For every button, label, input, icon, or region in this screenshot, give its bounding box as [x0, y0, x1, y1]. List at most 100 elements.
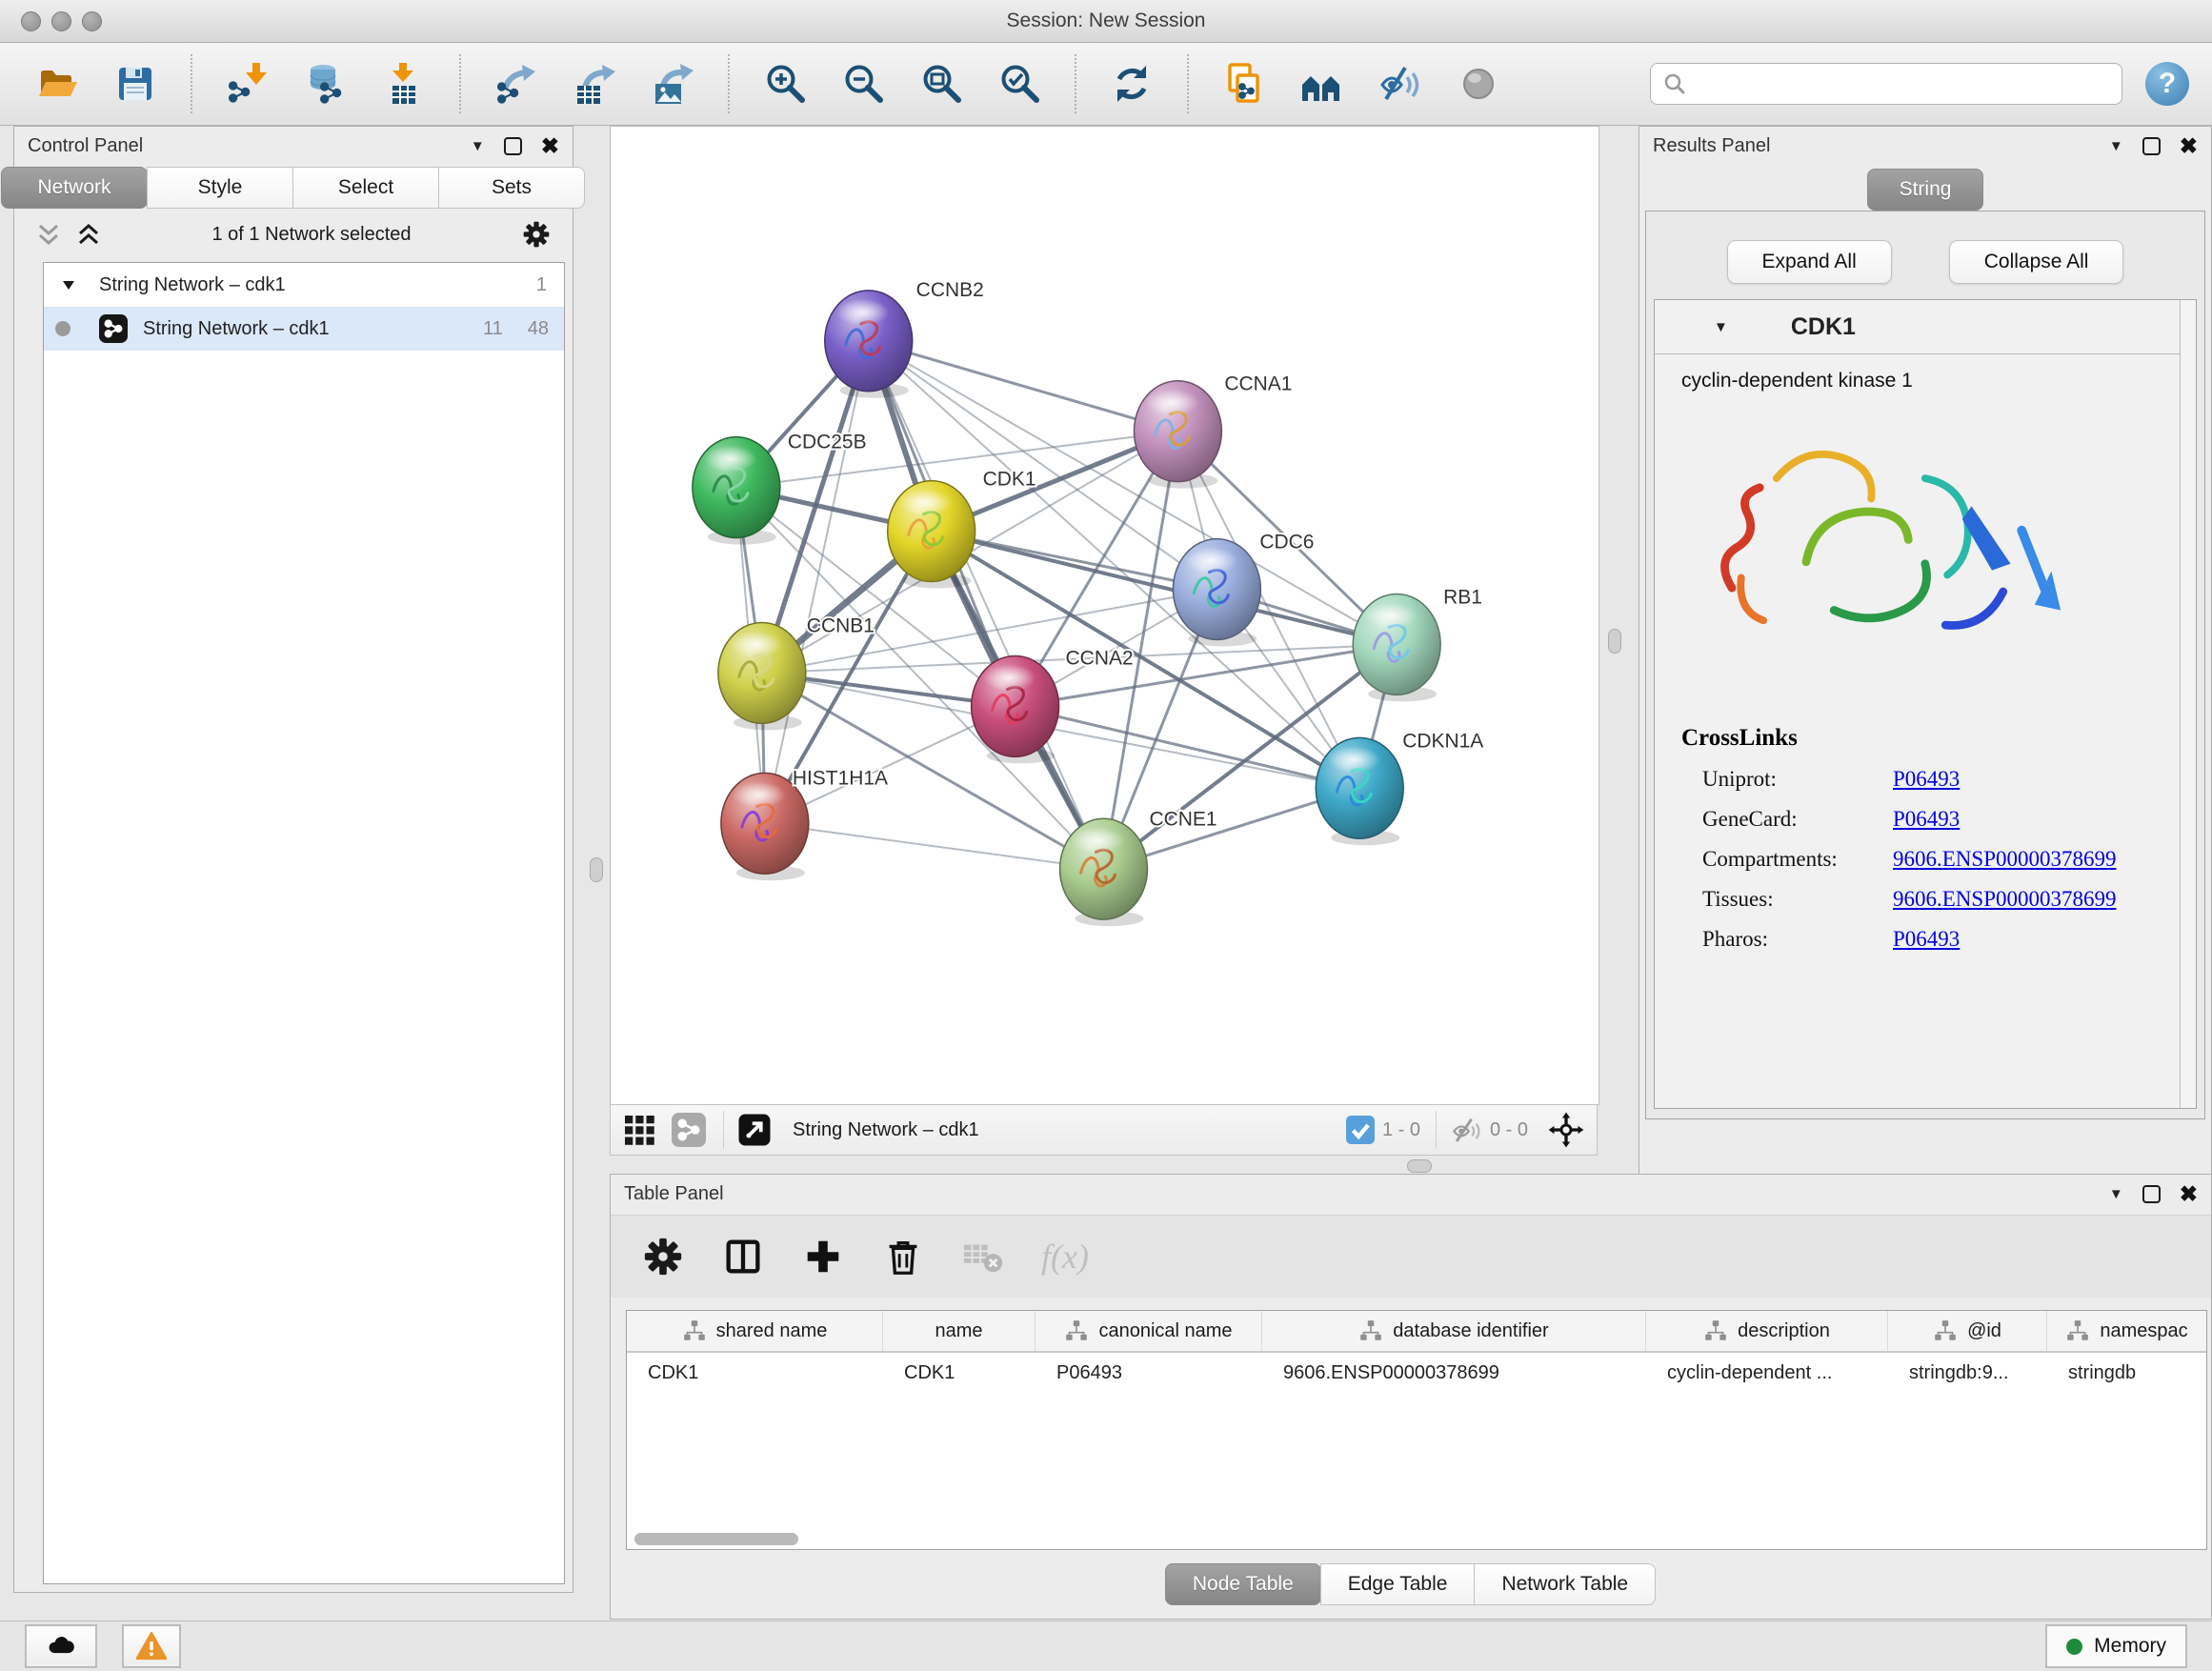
table-cell[interactable]: CDK1	[627, 1353, 883, 1393]
collection-expander-icon[interactable]	[61, 277, 76, 292]
protein-structure-image	[1695, 417, 2066, 694]
panel-close-icon[interactable]: ✖	[2180, 135, 2198, 157]
tab-network-table[interactable]: Network Table	[1474, 1563, 1656, 1605]
tab-select[interactable]: Select	[292, 167, 439, 209]
panel-float-icon[interactable]: ▼	[2109, 1186, 2123, 1202]
network-view-icon[interactable]	[672, 1113, 706, 1147]
show-columns-icon[interactable]	[721, 1235, 765, 1278]
tab-sets[interactable]: Sets	[438, 167, 585, 209]
network-node-CCNA1[interactable]	[1134, 381, 1221, 489]
panel-float-icon[interactable]: ▼	[2109, 138, 2123, 154]
column-header-canonical-name[interactable]: canonical name	[1036, 1311, 1262, 1351]
import-network-from-database-icon[interactable]	[303, 61, 349, 107]
create-column-icon[interactable]	[801, 1235, 845, 1278]
table-cell[interactable]: CDK1	[883, 1353, 1036, 1393]
table-row[interactable]: CDK1CDK1P064939606.ENSP00000378699cyclin…	[627, 1353, 2206, 1393]
memory-button[interactable]: Memory	[2045, 1624, 2187, 1668]
help-icon[interactable]: ?	[2145, 62, 2189, 106]
network-canvas[interactable]: CCNB2CCNA1CDC25BCDK1CDC6RB1CCNB1CCNA2CDK…	[610, 126, 1599, 1105]
network-node-CDC25B[interactable]	[693, 437, 780, 545]
table-cell[interactable]: P06493	[1036, 1353, 1262, 1393]
panel-maximize-icon[interactable]	[504, 137, 522, 155]
annotations-icon[interactable]	[1221, 61, 1267, 107]
table-header-row: shared namenamecanonical namedatabase id…	[627, 1311, 2206, 1353]
fit-content-icon[interactable]	[918, 61, 964, 107]
import-network-from-file-icon[interactable]	[225, 61, 271, 107]
table-options-gear-icon[interactable]	[641, 1235, 685, 1278]
expand-all-networks-icon[interactable]	[75, 221, 102, 248]
show-all-icon[interactable]	[1456, 61, 1501, 107]
crosslink-link[interactable]: P06493	[1893, 807, 1960, 832]
minimize-window-icon[interactable]	[51, 11, 71, 31]
column-header-@id[interactable]: @id	[1888, 1311, 2047, 1351]
maximize-window-icon[interactable]	[82, 11, 102, 31]
column-header-namespac[interactable]: namespac	[2047, 1311, 2206, 1351]
column-header-description[interactable]: description	[1646, 1311, 1888, 1351]
gene-section-header[interactable]: ▼ CDK1	[1655, 300, 2196, 354]
crosslink-link[interactable]: 9606.ENSP00000378699	[1893, 847, 2117, 872]
tab-string[interactable]: String	[1867, 169, 1983, 211]
left-splitter-handle[interactable]	[590, 857, 603, 882]
tab-node-table[interactable]: Node Table	[1165, 1563, 1321, 1605]
refresh-icon[interactable]	[1109, 61, 1155, 107]
crosslink-link[interactable]: P06493	[1893, 927, 1960, 952]
network-node-CCNB2[interactable]	[825, 291, 913, 398]
panel-maximize-icon[interactable]	[2142, 137, 2161, 155]
network-tree: String Network – cdk1 1 String Network –…	[43, 262, 565, 1584]
fit-selected-crosshair-icon[interactable]	[1547, 1111, 1585, 1149]
network-node-CCNA2[interactable]	[972, 655, 1059, 763]
network-node-CCNB1[interactable]	[718, 622, 806, 730]
network-collection-row[interactable]: String Network – cdk1 1	[44, 263, 564, 307]
network-node-CDKN1A[interactable]	[1316, 737, 1403, 845]
collapse-all-networks-icon[interactable]	[35, 221, 62, 248]
hide-selected-icon[interactable]	[1377, 61, 1423, 107]
expand-all-button[interactable]: Expand All	[1727, 240, 1892, 284]
panel-close-icon[interactable]: ✖	[2180, 1183, 2198, 1205]
warning-status-button[interactable]	[122, 1624, 181, 1668]
import-table-from-file-icon[interactable]	[381, 61, 427, 107]
birds-eye-view-icon[interactable]	[737, 1113, 772, 1147]
panel-float-icon[interactable]: ▼	[471, 138, 485, 154]
results-scrollbar[interactable]	[2180, 300, 2196, 1108]
zoom-out-icon[interactable]	[840, 61, 886, 107]
tab-edge-table[interactable]: Edge Table	[1320, 1563, 1476, 1605]
save-session-icon[interactable]	[112, 61, 158, 107]
grid-view-icon[interactable]	[622, 1113, 656, 1147]
cloud-status-button[interactable]	[25, 1624, 97, 1668]
export-network-icon[interactable]	[493, 61, 539, 107]
table-cell[interactable]: stringdb:9...	[1888, 1353, 2047, 1393]
network-row-selected[interactable]: String Network – cdk1 11 48	[44, 307, 564, 351]
footer-separator	[1436, 1111, 1437, 1149]
first-neighbors-icon[interactable]	[1299, 61, 1345, 107]
crosslink-link[interactable]: P06493	[1893, 767, 1960, 792]
table-cell[interactable]: stringdb	[2047, 1353, 2206, 1393]
column-header-name[interactable]: name	[883, 1311, 1036, 1351]
column-header-shared-name[interactable]: shared name	[627, 1311, 883, 1351]
search-input[interactable]	[1695, 72, 2110, 96]
table-cell[interactable]: 9606.ENSP00000378699	[1262, 1353, 1646, 1393]
network-options-gear-icon[interactable]	[521, 219, 552, 250]
bottom-splitter-handle[interactable]	[1407, 1159, 1432, 1173]
section-expander-icon[interactable]: ▼	[1714, 319, 1728, 335]
table-cell[interactable]: cyclin-dependent ...	[1646, 1353, 1888, 1393]
collapse-all-button[interactable]: Collapse All	[1949, 240, 2124, 284]
zoom-in-icon[interactable]	[762, 61, 808, 107]
column-header-database-identifier[interactable]: database identifier	[1262, 1311, 1646, 1351]
panel-maximize-icon[interactable]	[2142, 1185, 2161, 1203]
open-session-icon[interactable]	[34, 61, 80, 107]
export-table-icon[interactable]	[572, 61, 617, 107]
close-window-icon[interactable]	[21, 11, 41, 31]
network-node-RB1[interactable]	[1353, 594, 1440, 702]
right-splitter-handle[interactable]	[1608, 629, 1621, 654]
zoom-selected-icon[interactable]	[996, 61, 1042, 107]
tab-network[interactable]: Network	[1, 167, 148, 209]
crosslink-link[interactable]: 9606.ENSP00000378699	[1893, 887, 2117, 912]
node-label: CDKN1A	[1402, 730, 1483, 752]
delete-column-icon[interactable]	[881, 1235, 925, 1278]
export-image-icon[interactable]	[650, 61, 695, 107]
table-horizontal-scrollbar[interactable]	[634, 1533, 798, 1545]
network-node-CCNE1[interactable]	[1060, 818, 1148, 926]
footer-separator	[723, 1111, 724, 1149]
panel-close-icon[interactable]: ✖	[541, 135, 559, 157]
tab-style[interactable]: Style	[147, 167, 293, 209]
